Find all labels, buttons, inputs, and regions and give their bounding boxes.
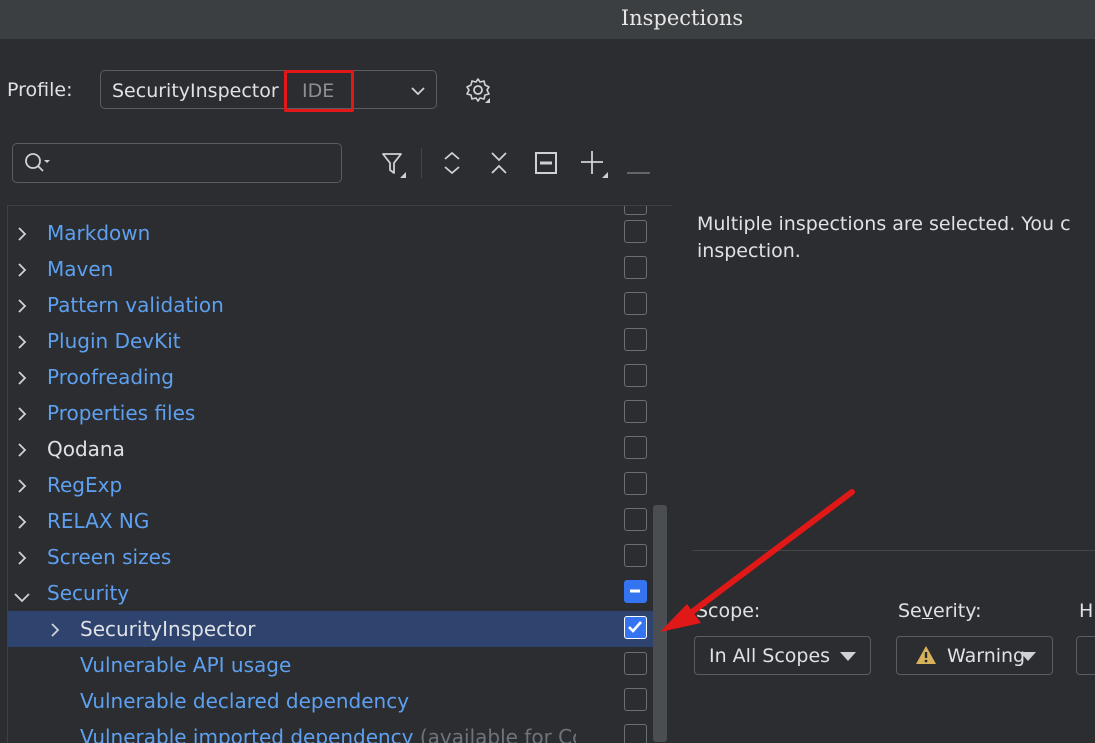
tree-row-label: Properties files xyxy=(47,401,196,425)
severity-dropdown[interactable]: Warning xyxy=(896,636,1053,675)
chevron-right-icon[interactable] xyxy=(16,478,28,497)
highlight-annotation xyxy=(284,70,354,112)
checkbox[interactable] xyxy=(624,688,647,711)
dropdown-arrow-icon xyxy=(1020,652,1036,661)
chevron-down-icon xyxy=(410,83,426,103)
chevron-right-icon[interactable] xyxy=(16,514,28,533)
tree-row-relax-ng[interactable]: RELAX NG xyxy=(8,503,654,539)
tree-row-pattern-validation[interactable]: Pattern validation xyxy=(8,287,654,323)
checkbox[interactable] xyxy=(624,256,647,279)
chevron-right-icon[interactable] xyxy=(16,550,28,569)
checkbox[interactable] xyxy=(624,652,647,675)
tree-scrollbar[interactable] xyxy=(653,505,667,742)
tree-row-label: RELAX NG xyxy=(47,509,150,533)
checkbox[interactable] xyxy=(624,472,647,495)
tree-row-qodana[interactable]: Qodana xyxy=(8,431,654,467)
description-text: Multiple inspections are selected. You c… xyxy=(697,213,1071,262)
chevron-right-icon[interactable] xyxy=(16,298,28,317)
tree-row-label: Proofreading xyxy=(47,365,174,389)
tree-row-proofreading[interactable]: Proofreading xyxy=(8,359,654,395)
chevron-down-icon[interactable] xyxy=(14,588,30,607)
highlighting-label: H xyxy=(1079,600,1094,622)
checkbox[interactable] xyxy=(624,220,647,243)
inspection-tree[interactable]: Markdown Maven Pattern validation Plugin… xyxy=(7,205,672,743)
scope-dropdown[interactable]: In All Scopes xyxy=(694,636,871,675)
tree-row-label: Vulnerable API usage xyxy=(80,653,292,677)
title-bar: Inspections xyxy=(0,0,1095,39)
checkbox[interactable] xyxy=(624,508,647,531)
checkbox-checked[interactable] xyxy=(624,616,647,639)
filter-icon[interactable] xyxy=(380,151,408,183)
scope-value: In All Scopes xyxy=(709,645,831,667)
tree-row-label: Maven xyxy=(47,257,114,281)
chevron-right-icon[interactable] xyxy=(16,226,28,245)
checkbox-partial[interactable] xyxy=(624,580,647,603)
tree-row-plugin-devkit[interactable]: Plugin DevKit xyxy=(8,323,654,359)
tree-row-regexp[interactable]: RegExp xyxy=(8,467,654,503)
tree-row-vulnerable-api-usage[interactable]: Vulnerable API usage xyxy=(8,647,654,683)
tree-row-vulnerable-imported-dependency[interactable]: Vulnerable imported dependency (availabl… xyxy=(8,719,654,743)
tree-row-securityinspector[interactable]: SecurityInspector xyxy=(8,611,654,647)
tree-row-label: Screen sizes xyxy=(47,545,172,569)
search-input[interactable] xyxy=(12,143,342,183)
chevron-right-icon[interactable] xyxy=(16,262,28,281)
highlighting-dropdown[interactable] xyxy=(1076,636,1095,675)
tree-row-label: Plugin DevKit xyxy=(47,329,181,353)
collapse-all-icon[interactable] xyxy=(487,150,511,180)
tree-row-label: Markdown xyxy=(47,221,151,245)
tree-row-label: RegExp xyxy=(47,473,123,497)
tree-row-properties-files[interactable]: Properties files xyxy=(8,395,654,431)
tree-row-markdown[interactable]: Markdown xyxy=(8,215,654,251)
remove-icon xyxy=(627,161,651,180)
tree-row-maven[interactable]: Maven xyxy=(8,251,654,287)
tree-row-security[interactable]: Security xyxy=(8,575,654,611)
chevron-right-icon[interactable] xyxy=(49,622,61,641)
tree-row-label: Vulnerable imported dependency (availabl… xyxy=(80,725,576,743)
details-divider xyxy=(692,550,1095,551)
checkbox[interactable] xyxy=(624,544,647,567)
gear-icon[interactable] xyxy=(464,76,494,110)
chevron-right-icon[interactable] xyxy=(16,406,28,425)
checkbox[interactable] xyxy=(624,724,647,743)
search-icon xyxy=(24,152,54,178)
reset-icon[interactable] xyxy=(533,150,559,180)
tree-row-label: Pattern validation xyxy=(47,293,224,317)
tree-row-label: Security xyxy=(47,581,130,605)
add-icon[interactable] xyxy=(579,149,609,183)
expand-all-icon[interactable] xyxy=(440,150,464,180)
tree-row-vulnerable-declared-dependency[interactable]: Vulnerable declared dependency xyxy=(8,683,654,719)
severity-label: Severity: xyxy=(898,600,982,622)
warning-icon xyxy=(916,646,936,664)
chevron-right-icon[interactable] xyxy=(16,442,28,461)
chevron-right-icon[interactable] xyxy=(16,370,28,389)
window-title: Inspections xyxy=(620,6,744,30)
checkbox[interactable] xyxy=(624,292,647,315)
severity-value: Warning xyxy=(947,645,1026,667)
chevron-right-icon[interactable] xyxy=(16,334,28,353)
profile-label: Profile: xyxy=(7,79,73,101)
tree-row-screen-sizes[interactable]: Screen sizes xyxy=(8,539,654,575)
checkbox[interactable] xyxy=(624,364,647,387)
profile-combobox[interactable]: SecurityInspector IDE xyxy=(100,70,437,109)
checkbox[interactable] xyxy=(624,400,647,423)
checkbox[interactable] xyxy=(624,206,647,215)
profile-name: SecurityInspector xyxy=(112,80,279,102)
tree-row-label: Vulnerable declared dependency xyxy=(80,689,410,713)
availability-note: (available for Cc xyxy=(419,725,576,743)
dropdown-arrow-icon xyxy=(840,652,856,661)
tree-row-label: Qodana xyxy=(47,437,125,461)
tree-row-label: SecurityInspector xyxy=(80,617,256,641)
checkbox[interactable] xyxy=(624,328,647,351)
scope-label: Scope: xyxy=(696,600,761,622)
checkbox[interactable] xyxy=(624,436,647,459)
toolbar-separator xyxy=(421,148,422,178)
